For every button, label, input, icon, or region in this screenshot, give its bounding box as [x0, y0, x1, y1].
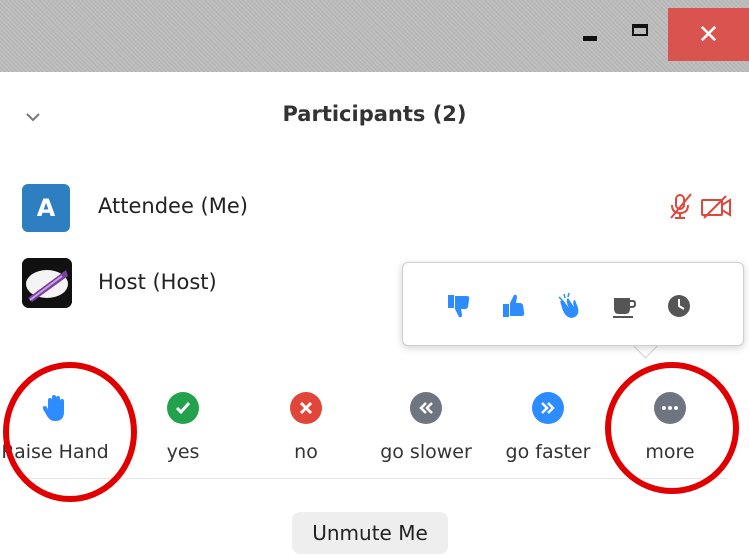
go-faster-button[interactable]: go faster: [493, 386, 603, 466]
no-button[interactable]: no: [251, 386, 361, 466]
raise-hand-button[interactable]: Raise Hand: [0, 386, 110, 466]
yes-label: yes: [166, 441, 200, 463]
coffee-icon[interactable]: [610, 292, 638, 320]
raise-hand-icon: [42, 395, 64, 421]
participant-name: Attendee (Me): [98, 194, 248, 218]
avatar: A: [22, 184, 70, 232]
check-icon: [167, 392, 199, 424]
video-off-icon[interactable]: [700, 194, 732, 220]
participant-name: Host (Host): [98, 270, 217, 294]
maximize-icon[interactable]: [632, 24, 648, 36]
participant-row-host[interactable]: [22, 258, 72, 308]
unmute-button[interactable]: Unmute Me: [292, 512, 448, 554]
reactions-popover: [402, 262, 744, 346]
mic-muted-icon[interactable]: [668, 192, 694, 220]
more-icon: [654, 392, 686, 424]
panel-title: Participants (2): [282, 102, 467, 126]
window-titlebar[interactable]: ✕: [0, 0, 749, 72]
minimize-icon[interactable]: [583, 36, 597, 41]
divider: [22, 478, 727, 479]
fast-forward-icon: [532, 392, 564, 424]
thumbs-up-icon[interactable]: [500, 292, 528, 320]
clock-icon[interactable]: [665, 292, 693, 320]
clap-icon[interactable]: [555, 292, 583, 320]
more-label: more: [645, 441, 695, 463]
avatar: [22, 258, 72, 308]
thumbs-down-icon[interactable]: [445, 292, 473, 320]
go-slower-label: go slower: [380, 441, 472, 463]
go-faster-label: go faster: [505, 441, 591, 463]
rewind-icon: [410, 392, 442, 424]
more-button[interactable]: more: [615, 386, 725, 466]
close-button[interactable]: ✕: [668, 8, 749, 61]
host-avatar-image: [22, 258, 72, 308]
go-slower-button[interactable]: go slower: [371, 386, 481, 466]
participant-row-attendee[interactable]: A: [22, 183, 70, 233]
yes-button[interactable]: yes: [128, 386, 238, 466]
close-icon: ✕: [697, 19, 720, 50]
x-icon: [290, 392, 322, 424]
no-label: no: [294, 441, 318, 463]
raise-hand-label: Raise Hand: [1, 441, 109, 463]
